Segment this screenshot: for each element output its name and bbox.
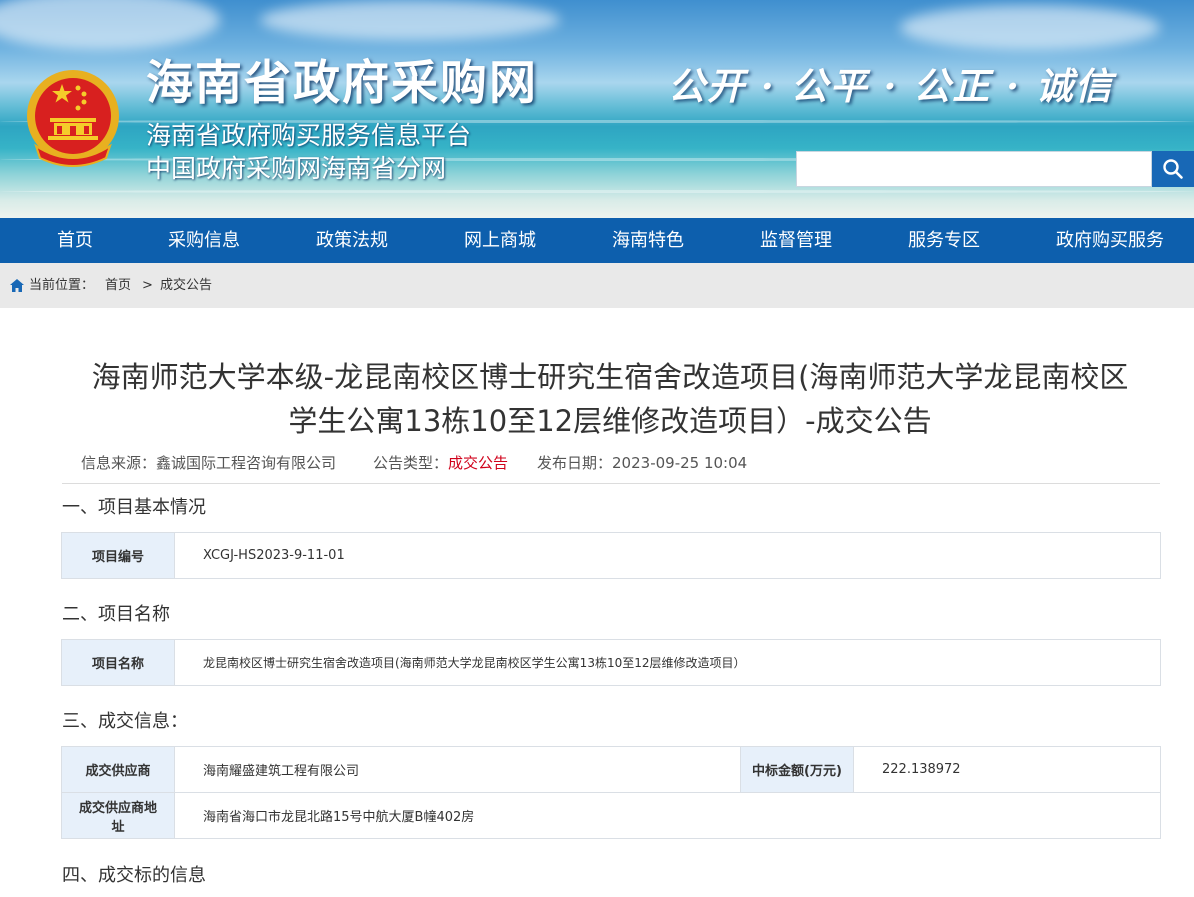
nav-item-services[interactable]: 服务专区 xyxy=(908,218,980,263)
supplier-value: 海南耀盛建筑工程有限公司 xyxy=(174,746,741,793)
banner-cloud xyxy=(0,0,220,50)
meta-type-value: 成交公告 xyxy=(448,454,509,472)
amount-label: 中标金额(万元) xyxy=(740,746,854,793)
divider xyxy=(62,483,1160,484)
table-row: 项目编号 XCGJ-HS2023-9-11-01 xyxy=(61,532,1161,579)
article-title-line-1: 海南师范大学本级-龙昆南校区博士研究生宿舍改造项目(海南师范大学龙昆南校区 xyxy=(91,360,1129,394)
project-name-label: 项目名称 xyxy=(61,639,175,686)
table-row: 项目名称 龙昆南校区博士研究生宿舍改造项目(海南师范大学龙昆南校区学生公寓13栋… xyxy=(61,639,1161,686)
supplier-address-label: 成交供应商地址 xyxy=(61,792,175,839)
breadcrumb-separator: > xyxy=(142,278,153,293)
project-number-label: 项目编号 xyxy=(61,532,175,579)
project-number-value: XCGJ-HS2023-9-11-01 xyxy=(174,532,1161,579)
section-heading-deal-subject: 四、成交标的信息 xyxy=(62,865,206,886)
meta-source-value: 鑫诚国际工程咨询有限公司 xyxy=(156,454,337,472)
nav-item-online-mall[interactable]: 网上商城 xyxy=(464,218,536,263)
section-heading-basic-info: 一、项目基本情况 xyxy=(62,497,206,518)
project-number-table: 项目编号 XCGJ-HS2023-9-11-01 xyxy=(61,532,1161,579)
supplier-label: 成交供应商 xyxy=(61,746,175,793)
meta-type: 公告类型：成交公告 xyxy=(373,452,508,473)
site-subtitle: 海南省政府购买服务信息平台 xyxy=(146,121,472,150)
section-heading-deal-info: 三、成交信息： xyxy=(62,711,188,732)
site-title: 海南省政府采购网 xyxy=(146,56,538,111)
home-icon xyxy=(10,279,24,292)
meta-source-label: 信息来源： xyxy=(81,454,157,472)
table-row: 成交供应商 海南耀盛建筑工程有限公司 中标金额(万元) 222.138972 xyxy=(61,746,1161,793)
main-nav: 首页 采购信息 政策法规 网上商城 海南特色 监督管理 服务专区 政府购买服务 xyxy=(0,218,1194,263)
breadcrumb-home-link[interactable]: 首页 xyxy=(105,263,131,308)
search-icon xyxy=(1163,159,1183,179)
table-row: 成交供应商地址 海南省海口市龙昆北路15号中航大厦B幢402房 xyxy=(61,792,1161,839)
meta-date-label: 发布日期： xyxy=(537,454,613,472)
breadcrumb: 当前位置： 首页 > 成交公告 xyxy=(0,263,1194,308)
supplier-address-value: 海南省海口市龙昆北路15号中航大厦B幢402房 xyxy=(174,792,1161,839)
breadcrumb-prefix: 当前位置： xyxy=(29,278,95,293)
search-input[interactable] xyxy=(796,151,1152,187)
header-banner: 海南省政府采购网 海南省政府购买服务信息平台 中国政府采购网海南省分网 公开 ·… xyxy=(0,0,1194,218)
search-button[interactable] xyxy=(1152,151,1194,187)
deal-info-table: 成交供应商 海南耀盛建筑工程有限公司 中标金额(万元) 222.138972 成… xyxy=(61,746,1161,839)
meta-date: 发布日期：2023-09-25 10:04 xyxy=(537,452,747,473)
project-name-value: 龙昆南校区博士研究生宿舍改造项目(海南师范大学龙昆南校区学生公寓13栋10至12… xyxy=(174,639,1161,686)
nav-item-home[interactable]: 首页 xyxy=(57,218,93,263)
amount-value: 222.138972 xyxy=(853,746,1161,793)
emblem-icon xyxy=(27,70,119,167)
banner-cloud xyxy=(900,5,1160,50)
nav-item-hainan-special[interactable]: 海南特色 xyxy=(612,218,684,263)
banner-wave xyxy=(0,190,1194,193)
banner-cloud xyxy=(260,0,560,40)
article-title: 海南师范大学本级-龙昆南校区博士研究生宿舍改造项目(海南师范大学龙昆南校区 学生… xyxy=(60,355,1160,443)
meta-date-value: 2023-09-25 10:04 xyxy=(612,454,748,472)
section-heading-project-name: 二、项目名称 xyxy=(62,604,170,625)
nav-item-procurement-info[interactable]: 采购信息 xyxy=(168,218,240,263)
meta-type-label: 公告类型： xyxy=(373,454,449,472)
site-subtitle-2: 中国政府采购网海南省分网 xyxy=(146,154,447,183)
nav-item-supervision[interactable]: 监督管理 xyxy=(760,218,832,263)
breadcrumb-current[interactable]: 成交公告 xyxy=(160,263,212,308)
slogan: 公开 · 公平 · 公正 · 诚信 xyxy=(668,64,1114,108)
meta-source: 信息来源：鑫诚国际工程咨询有限公司 xyxy=(81,452,336,473)
nav-item-policies[interactable]: 政策法规 xyxy=(316,218,388,263)
nav-item-gov-purchase-services[interactable]: 政府购买服务 xyxy=(1056,218,1164,263)
article-title-line-2: 学生公寓13栋10至12层维修改造项目）-成交公告 xyxy=(288,404,932,438)
project-name-table: 项目名称 龙昆南校区博士研究生宿舍改造项目(海南师范大学龙昆南校区学生公寓13栋… xyxy=(61,639,1161,686)
